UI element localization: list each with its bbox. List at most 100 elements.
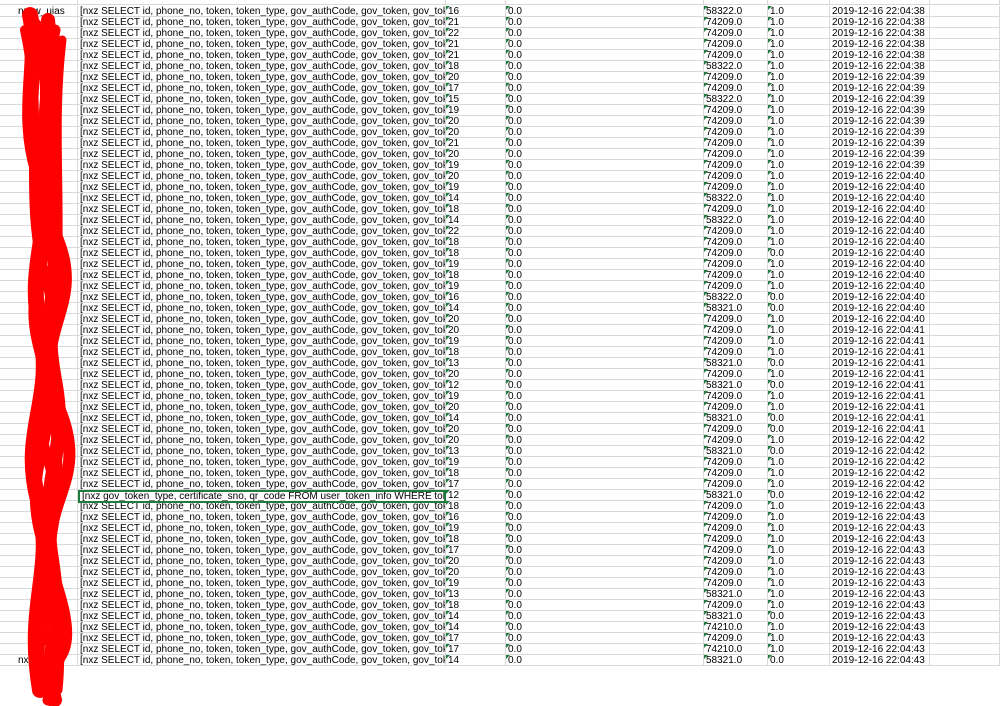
- cell-duration[interactable]: 21: [446, 50, 506, 61]
- cell-value-e[interactable]: 74209.0: [704, 226, 768, 237]
- cell-value-e[interactable]: 74209.0: [704, 633, 768, 644]
- cell-timestamp[interactable]: 2019-12-16 22:04:38: [830, 39, 930, 50]
- cell-duration[interactable]: 19: [446, 523, 506, 534]
- cell-duration[interactable]: 16: [446, 292, 506, 303]
- cell-duration[interactable]: 19: [446, 259, 506, 270]
- table-row[interactable]: [nxz SELECT id, phone_no, token, token_t…: [0, 270, 1000, 281]
- cell-log-source[interactable]: nxzw_uias: [0, 6, 78, 17]
- cell-value-f[interactable]: 0.0: [768, 424, 830, 435]
- cell-value-d[interactable]: 0.0: [506, 534, 704, 545]
- cell-value-f[interactable]: 1.0: [768, 545, 830, 556]
- cell-empty[interactable]: [930, 534, 1000, 545]
- table-row[interactable]: [nxz SELECT id, phone_no, token, token_t…: [0, 545, 1000, 556]
- cell-value-f[interactable]: 1.0: [768, 270, 830, 281]
- cell-empty[interactable]: [930, 633, 1000, 644]
- cell-value-d[interactable]: 0.0: [506, 83, 704, 94]
- cell-timestamp[interactable]: 2019-12-16 22:04:43: [830, 655, 930, 666]
- cell-timestamp[interactable]: 2019-12-16 22:04:38: [830, 61, 930, 72]
- cell-log-source[interactable]: [0, 402, 78, 413]
- cell-duration[interactable]: 19: [446, 160, 506, 171]
- cell-value-f[interactable]: 1.0: [768, 567, 830, 578]
- cell-value-d[interactable]: 0.0: [506, 50, 704, 61]
- cell-duration[interactable]: 18: [446, 237, 506, 248]
- table-row[interactable]: nxzw_uias [nxz SELECT id, phone_no, token…: [0, 655, 1000, 666]
- cell-value-f[interactable]: 1.0: [768, 281, 830, 292]
- cell-empty[interactable]: [930, 204, 1000, 215]
- cell-value-e[interactable]: 74210.0: [704, 622, 768, 633]
- cell-log-source[interactable]: nxzw_uias: [0, 655, 78, 666]
- cell-sql-query[interactable]: [nxz SELECT id, phone_no, token, token_t…: [78, 380, 446, 391]
- cell-empty[interactable]: [930, 50, 1000, 61]
- cell-duration[interactable]: 18: [446, 501, 506, 512]
- cell-value-d[interactable]: 0.0: [506, 127, 704, 138]
- cell-log-source[interactable]: [0, 281, 78, 292]
- cell-sql-query[interactable]: [nxz SELECT id, phone_no, token, token_t…: [78, 160, 446, 171]
- cell-timestamp[interactable]: 2019-12-16 22:04:38: [830, 6, 930, 17]
- cell-timestamp[interactable]: 2019-12-16 22:04:40: [830, 171, 930, 182]
- cell-value-f[interactable]: 1.0: [768, 644, 830, 655]
- cell-log-source[interactable]: [0, 567, 78, 578]
- cell-timestamp[interactable]: 2019-12-16 22:04:41: [830, 369, 930, 380]
- cell-sql-query[interactable]: [nxz SELECT id, phone_no, token, token_t…: [78, 270, 446, 281]
- cell-value-d[interactable]: 0.0: [506, 182, 704, 193]
- table-row[interactable]: [nxz SELECT id, phone_no, token, token_t…: [0, 50, 1000, 61]
- cell-timestamp[interactable]: 2019-12-16 22:04:39: [830, 160, 930, 171]
- cell-log-source[interactable]: [0, 182, 78, 193]
- cell-log-source[interactable]: [0, 336, 78, 347]
- cell-sql-query[interactable]: [nxz SELECT id, phone_no, token, token_t…: [78, 72, 446, 83]
- cell-value-e[interactable]: 74209.0: [704, 105, 768, 116]
- cell-empty[interactable]: [930, 292, 1000, 303]
- header-cell-g[interactable]: [830, 0, 930, 5]
- cell-sql-query[interactable]: [nxz SELECT id, phone_no, token, token_t…: [78, 116, 446, 127]
- cell-value-e[interactable]: 58321.0: [704, 490, 768, 501]
- cell-empty[interactable]: [930, 578, 1000, 589]
- cell-value-d[interactable]: 0.0: [506, 369, 704, 380]
- table-row[interactable]: [nxz SELECT id, phone_no, token, token_t…: [0, 116, 1000, 127]
- cell-value-f[interactable]: 1.0: [768, 105, 830, 116]
- cell-duration[interactable]: 13: [446, 589, 506, 600]
- cell-value-d[interactable]: 0.0: [506, 72, 704, 83]
- cell-timestamp[interactable]: 2019-12-16 22:04:41: [830, 358, 930, 369]
- cell-log-source[interactable]: [0, 446, 78, 457]
- cell-timestamp[interactable]: 2019-12-16 22:04:40: [830, 303, 930, 314]
- cell-sql-query[interactable]: [nxz SELECT id, phone_no, token, token_t…: [78, 292, 446, 303]
- cell-value-e[interactable]: 58321.0: [704, 589, 768, 600]
- cell-timestamp[interactable]: 2019-12-16 22:04:39: [830, 116, 930, 127]
- cell-value-d[interactable]: 0.0: [506, 435, 704, 446]
- cell-value-e[interactable]: 74209.0: [704, 578, 768, 589]
- cell-duration[interactable]: 18: [446, 468, 506, 479]
- cell-duration[interactable]: 18: [446, 270, 506, 281]
- table-row[interactable]: [nxz SELECT id, phone_no, token, token_t…: [0, 17, 1000, 28]
- cell-value-e[interactable]: 74209.0: [704, 138, 768, 149]
- cell-empty[interactable]: [930, 226, 1000, 237]
- cell-log-source[interactable]: [0, 534, 78, 545]
- cell-duration[interactable]: 20: [446, 402, 506, 413]
- cell-log-source[interactable]: [0, 325, 78, 336]
- cell-timestamp[interactable]: 2019-12-16 22:04:43: [830, 556, 930, 567]
- table-row[interactable]: [nxz SELECT id, phone_no, token, token_t…: [0, 336, 1000, 347]
- cell-value-d[interactable]: 0.0: [506, 259, 704, 270]
- table-row[interactable]: [nxz SELECT id, phone_no, token, token_t…: [0, 556, 1000, 567]
- cell-log-source[interactable]: [0, 490, 78, 501]
- table-row[interactable]: [nxz SELECT id, phone_no, token, token_t…: [0, 149, 1000, 160]
- table-row[interactable]: [nxz SELECT id, phone_no, token, token_t…: [0, 105, 1000, 116]
- cell-value-d[interactable]: 0.0: [506, 303, 704, 314]
- cell-value-e[interactable]: 74209.0: [704, 72, 768, 83]
- cell-duration[interactable]: 19: [446, 457, 506, 468]
- cell-sql-query[interactable]: [nxz SELECT id, phone_no, token, token_t…: [78, 6, 446, 17]
- cell-value-f[interactable]: 1.0: [768, 314, 830, 325]
- table-row[interactable]: [nxz SELECT id, phone_no, token, token_t…: [0, 303, 1000, 314]
- cell-value-d[interactable]: 0.0: [506, 248, 704, 259]
- cell-sql-query[interactable]: [nxz SELECT id, phone_no, token, token_t…: [78, 556, 446, 567]
- cell-timestamp[interactable]: 2019-12-16 22:04:43: [830, 534, 930, 545]
- table-row[interactable]: [nxz SELECT id, phone_no, token, token_t…: [0, 83, 1000, 94]
- cell-sql-query[interactable]: [nxz SELECT id, phone_no, token, token_t…: [78, 468, 446, 479]
- table-row[interactable]: [nxz SELECT id, phone_no, token, token_t…: [0, 369, 1000, 380]
- cell-log-source[interactable]: [0, 292, 78, 303]
- cell-timestamp[interactable]: 2019-12-16 22:04:40: [830, 204, 930, 215]
- cell-value-d[interactable]: 0.0: [506, 578, 704, 589]
- cell-timestamp[interactable]: 2019-12-16 22:04:39: [830, 72, 930, 83]
- table-row[interactable]: [nxz SELECT id, phone_no, token, token_t…: [0, 633, 1000, 644]
- cell-log-source[interactable]: [0, 61, 78, 72]
- cell-timestamp[interactable]: 2019-12-16 22:04:43: [830, 567, 930, 578]
